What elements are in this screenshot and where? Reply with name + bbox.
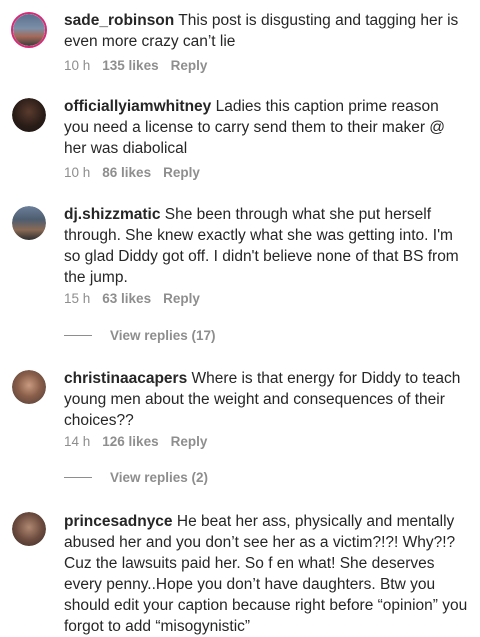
avatar[interactable] xyxy=(12,206,46,240)
comment-meta: 15 h 63 likes Reply xyxy=(64,291,200,306)
comment-body: officiallyiamwhitney Ladies this caption… xyxy=(64,96,468,159)
comment-username[interactable]: officiallyiamwhitney xyxy=(64,98,211,115)
comment-time: 14 h xyxy=(64,434,91,449)
comment-time: 10 h xyxy=(64,165,91,180)
reply-button[interactable]: Reply xyxy=(163,165,200,180)
comment-body: sade_robinson This post is disgusting an… xyxy=(64,10,468,52)
comment-username[interactable]: sade_robinson xyxy=(64,12,174,29)
comment-text: He beat her ass, physically and mentally… xyxy=(64,513,468,635)
comment-likes[interactable]: 126 likes xyxy=(102,434,158,449)
avatar[interactable] xyxy=(11,12,47,48)
view-replies-button[interactable]: View replies (2) xyxy=(64,470,208,485)
comment-username[interactable]: princesadnyce xyxy=(64,513,173,530)
reply-button[interactable]: Reply xyxy=(171,434,208,449)
reply-button[interactable]: Reply xyxy=(163,291,200,306)
comment-meta: 14 h 126 likes Reply xyxy=(64,434,207,449)
comment-time: 10 h xyxy=(64,58,91,73)
comment-body: princesadnyce He beat her ass, physicall… xyxy=(64,511,468,637)
reply-button[interactable]: Reply xyxy=(171,58,208,73)
comment-username[interactable]: christinaacapers xyxy=(64,370,187,387)
comment-username[interactable]: dj.shizzmatic xyxy=(64,206,160,223)
avatar[interactable] xyxy=(12,512,46,546)
comment-body: dj.shizzmatic She been through what she … xyxy=(64,204,468,288)
comment-meta: 10 h 86 likes Reply xyxy=(64,165,200,180)
replies-divider xyxy=(64,477,92,478)
comment-meta: 10 h 135 likes Reply xyxy=(64,58,207,73)
view-replies-label: View replies (2) xyxy=(110,470,209,485)
comment-time: 15 h xyxy=(64,291,91,306)
avatar[interactable] xyxy=(12,370,46,404)
comment-likes[interactable]: 135 likes xyxy=(102,58,158,73)
comment-body: christinaacapers Where is that energy fo… xyxy=(64,368,468,431)
comment-likes[interactable]: 86 likes xyxy=(102,165,151,180)
avatar[interactable] xyxy=(12,98,46,132)
replies-divider xyxy=(64,335,92,336)
view-replies-label: View replies (17) xyxy=(110,328,216,343)
view-replies-button[interactable]: View replies (17) xyxy=(64,328,216,343)
comment-likes[interactable]: 63 likes xyxy=(102,291,151,306)
